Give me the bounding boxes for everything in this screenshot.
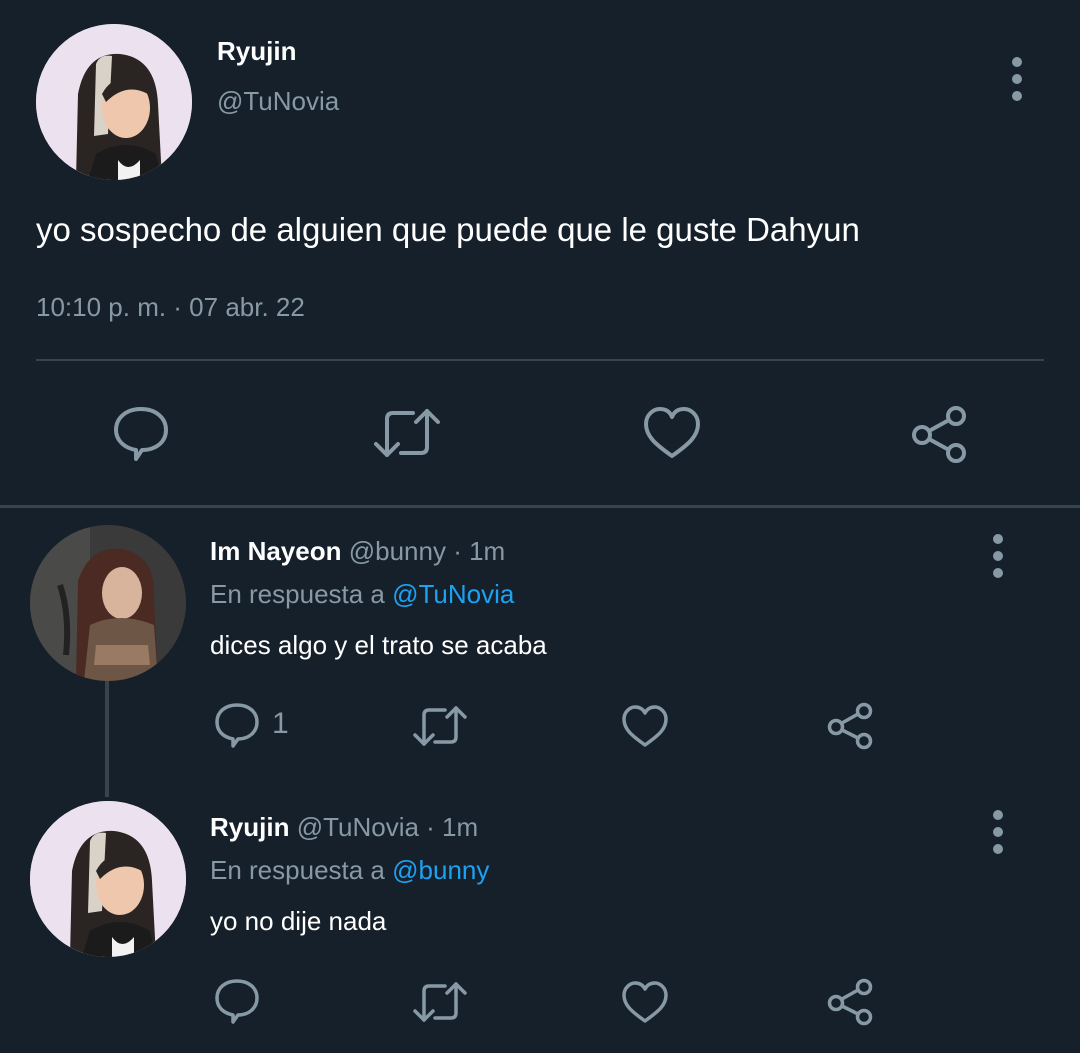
divider (36, 359, 1044, 361)
like-icon[interactable] (621, 704, 669, 748)
display-name[interactable]: Ryujin (217, 36, 296, 67)
tweet-timestamp: 10:10 p. m. · 07 abr. 22 (36, 292, 305, 322)
reply-time: · 1m (453, 536, 506, 566)
more-options-icon[interactable] (992, 534, 1004, 585)
reply-icon[interactable] (213, 977, 261, 1025)
reply-text: yo no dije nada (210, 906, 387, 936)
avatar[interactable] (30, 801, 186, 957)
retweet-icon[interactable] (412, 705, 468, 747)
retweet-icon[interactable] (412, 981, 468, 1023)
handle[interactable]: @bunny (349, 536, 446, 566)
display-name[interactable]: Ryujin (210, 812, 289, 842)
retweet-icon[interactable] (373, 407, 441, 459)
like-icon[interactable] (643, 406, 701, 460)
share-icon[interactable] (826, 702, 874, 750)
thread-line (105, 681, 109, 797)
more-options-icon[interactable] (1011, 57, 1023, 108)
reply-icon[interactable] (213, 701, 261, 749)
reply-time: · 1m (426, 812, 479, 842)
avatar[interactable] (30, 525, 186, 681)
reply-to-link[interactable]: @TuNovia (392, 579, 514, 609)
handle[interactable]: @TuNovia (297, 812, 419, 842)
reply-context-label: En respuesta a (210, 579, 385, 609)
section-divider (0, 505, 1080, 508)
reply-to-link[interactable]: @bunny (392, 855, 489, 885)
display-name[interactable]: Im Nayeon (210, 536, 342, 566)
avatar[interactable] (36, 24, 192, 180)
like-icon[interactable] (621, 980, 669, 1024)
share-icon[interactable] (910, 405, 968, 463)
handle[interactable]: @TuNovia (217, 86, 339, 117)
reply-count: 1 (272, 707, 289, 740)
more-options-icon[interactable] (992, 810, 1004, 861)
tweet-text: yo sospecho de alguien que puede que le … (36, 211, 860, 248)
reply-text: dices algo y el trato se acaba (210, 630, 547, 660)
reply-icon[interactable] (112, 404, 170, 462)
reply-context-label: En respuesta a (210, 855, 385, 885)
share-icon[interactable] (826, 978, 874, 1026)
